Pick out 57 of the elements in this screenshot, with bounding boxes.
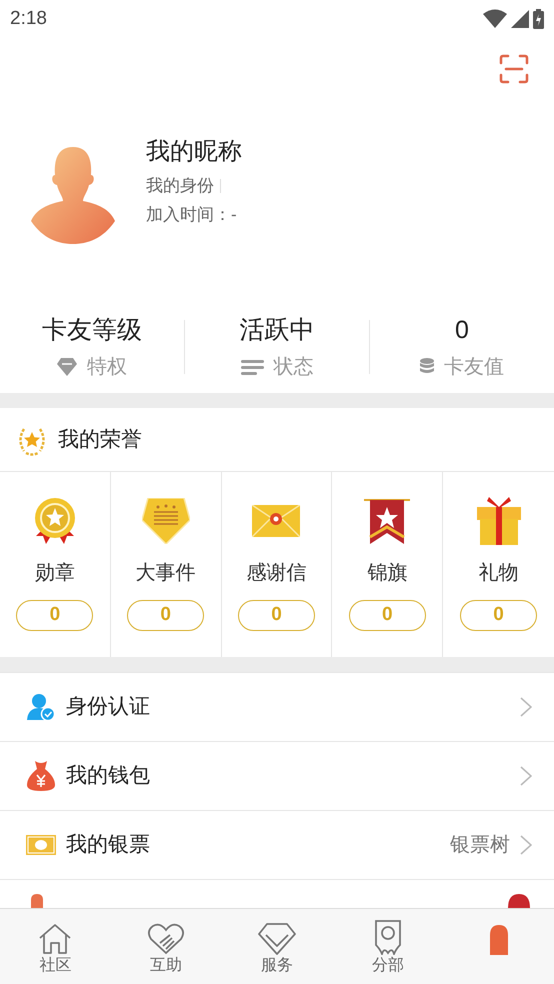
chevron-right-icon [520,697,532,717]
plaque-icon [142,498,190,544]
count-badge: 0 [460,600,538,631]
nav-tab[interactable]: 社区 [0,909,111,984]
money-bag-icon [27,761,55,791]
nav-tab[interactable]: 服务 [222,909,332,984]
section-title: 我的荣誉 [58,426,142,453]
join-time: 加入时间：- [146,204,238,226]
stat-label: 卡友值 [444,354,504,380]
menu-row[interactable]: 我的银票 银票树 [0,810,554,879]
avatar-icon[interactable] [31,147,115,244]
nickname: 我的昵称 [146,137,242,167]
nav-tab[interactable]: 互助 [110,909,222,984]
pennant-icon [363,497,412,545]
count-badge: 0 [127,600,204,631]
banknote-icon [26,835,56,855]
honor-label: 大事件 [136,561,196,586]
stat-value: 0 [455,314,469,346]
nav-tab[interactable]: 分部 [332,909,444,984]
home-icon [39,923,72,955]
count-badge: 0 [16,600,94,631]
menu-row[interactable]: 我的钱包 [0,741,554,810]
identity-label: 我的身份 [146,175,214,197]
chevron-right-icon [520,835,532,855]
user-check-icon [27,693,55,721]
scan-icon[interactable] [499,54,529,84]
menu-row[interactable]: 身份认证 [0,672,554,741]
coin-stack-icon [420,358,434,376]
stat-value: 活跃中 [240,314,314,346]
diamond-icon [57,358,77,376]
list-icon [240,358,264,374]
medal-icon [34,498,76,544]
diamond-outline-icon [258,923,296,955]
battery-icon [533,9,544,29]
envelope-icon [252,505,300,537]
stat-label: 状态 [274,354,314,380]
menu-detail: 银票树 [450,833,510,858]
gift-icon [476,497,521,545]
dome-icon [508,894,530,908]
stat-label: 特权 [87,354,127,380]
honor-label: 感谢信 [246,561,306,586]
stat-value: 卡友等级 [42,314,142,346]
person-icon [488,925,510,955]
seal-icon [374,919,402,955]
signal-icon [511,10,529,28]
honor-label: 锦旗 [367,561,408,586]
menu-label: 我的钱包 [66,763,151,790]
honor-label: 礼物 [478,561,519,586]
clock: 2:18 [10,6,47,31]
wifi-icon [483,9,507,29]
menu-label: 身份认证 [66,694,151,720]
count-badge: 0 [348,600,426,631]
heart-handshake-icon [148,923,184,955]
chevron-right-icon [520,766,532,786]
menu-label: 我的银票 [66,832,151,858]
count-badge: 0 [238,600,315,631]
honor-label: 勋章 [34,561,75,586]
